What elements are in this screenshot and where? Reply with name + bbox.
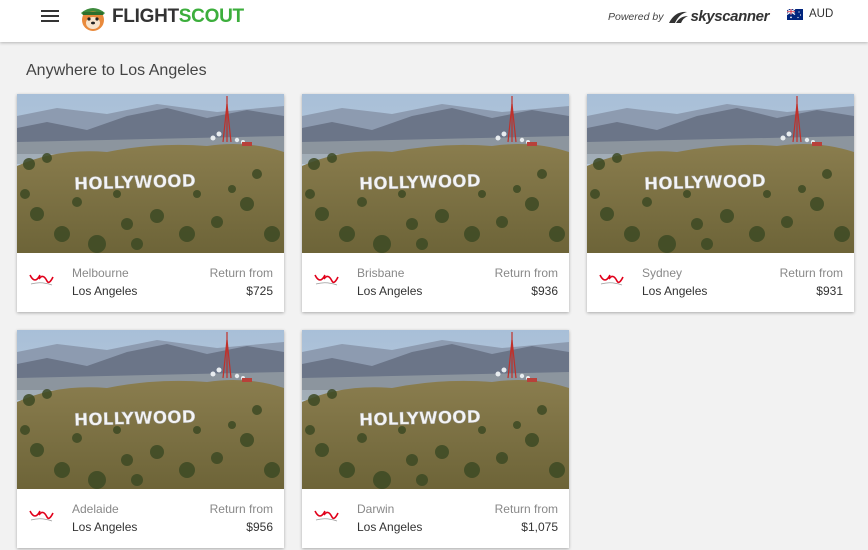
flight-card[interactable]: Melbourne Los Angeles Return from $725 <box>17 94 284 312</box>
card-footer: Melbourne Los Angeles Return from $725 <box>17 253 284 312</box>
origin-city: Adelaide <box>72 502 119 516</box>
powered-by-label: Powered by <box>608 10 664 23</box>
return-from-label: Return from <box>494 502 558 516</box>
page-title: Anywhere to Los Angeles <box>26 62 207 79</box>
price: $1,075 <box>521 520 558 534</box>
origin-city: Darwin <box>357 502 395 516</box>
flight-card[interactable]: Brisbane Los Angeles Return from $936 <box>302 94 569 312</box>
destination-photo <box>17 330 284 489</box>
top-bar: FLIGHTSCOUT Powered by skyscanner AUD <box>0 0 868 42</box>
virgin-airline-logo <box>27 269 55 289</box>
flight-card[interactable]: Adelaide Los Angeles Return from $956 <box>17 330 284 548</box>
return-from-label: Return from <box>209 502 273 516</box>
destination-photo <box>302 330 569 489</box>
destination-photo <box>17 94 284 253</box>
flight-card[interactable]: Sydney Los Angeles Return from $931 <box>587 94 854 312</box>
return-from-label: Return from <box>209 266 273 280</box>
destination-city: Los Angeles <box>357 520 423 534</box>
flight-card[interactable]: Darwin Los Angeles Return from $1,075 <box>302 330 569 548</box>
return-from-label: Return from <box>779 266 843 280</box>
skyscanner-logo-icon <box>669 11 689 23</box>
origin-city: Brisbane <box>357 266 405 280</box>
destination-city: Los Angeles <box>72 284 138 298</box>
powered-by-skyscanner[interactable]: Powered by skyscanner <box>608 8 769 25</box>
destination-city: Los Angeles <box>357 284 423 298</box>
card-footer: Adelaide Los Angeles Return from $956 <box>17 489 284 548</box>
price: $931 <box>816 284 843 298</box>
card-footer: Darwin Los Angeles Return from $1,075 <box>302 489 569 548</box>
australia-flag-icon <box>787 8 803 20</box>
virgin-airline-logo <box>312 269 340 289</box>
price: $936 <box>531 284 558 298</box>
currency-label: AUD <box>809 8 834 20</box>
return-from-label: Return from <box>494 266 558 280</box>
hamburger-menu-icon[interactable] <box>41 10 59 24</box>
logo-wordmark: FLIGHTSCOUT <box>112 6 244 28</box>
origin-city: Melbourne <box>72 266 129 280</box>
logo-text-flight: FLIGHT <box>112 6 179 27</box>
virgin-airline-logo <box>312 505 340 525</box>
price: $725 <box>246 284 273 298</box>
origin-city: Sydney <box>642 266 683 280</box>
destination-photo <box>302 94 569 253</box>
flightscout-logo[interactable]: FLIGHTSCOUT <box>77 1 244 33</box>
destination-city: Los Angeles <box>642 284 708 298</box>
logo-text-scout: SCOUT <box>178 6 244 27</box>
virgin-airline-logo <box>597 269 625 289</box>
destination-photo <box>587 94 854 253</box>
virgin-airline-logo <box>27 505 55 525</box>
price: $956 <box>246 520 273 534</box>
skyscanner-wordmark: skyscanner <box>690 8 770 25</box>
card-footer: Brisbane Los Angeles Return from $936 <box>302 253 569 312</box>
destination-city: Los Angeles <box>72 520 138 534</box>
dog-mascot-icon <box>81 8 105 31</box>
currency-selector[interactable]: AUD <box>787 8 833 20</box>
card-footer: Sydney Los Angeles Return from $931 <box>587 253 854 312</box>
